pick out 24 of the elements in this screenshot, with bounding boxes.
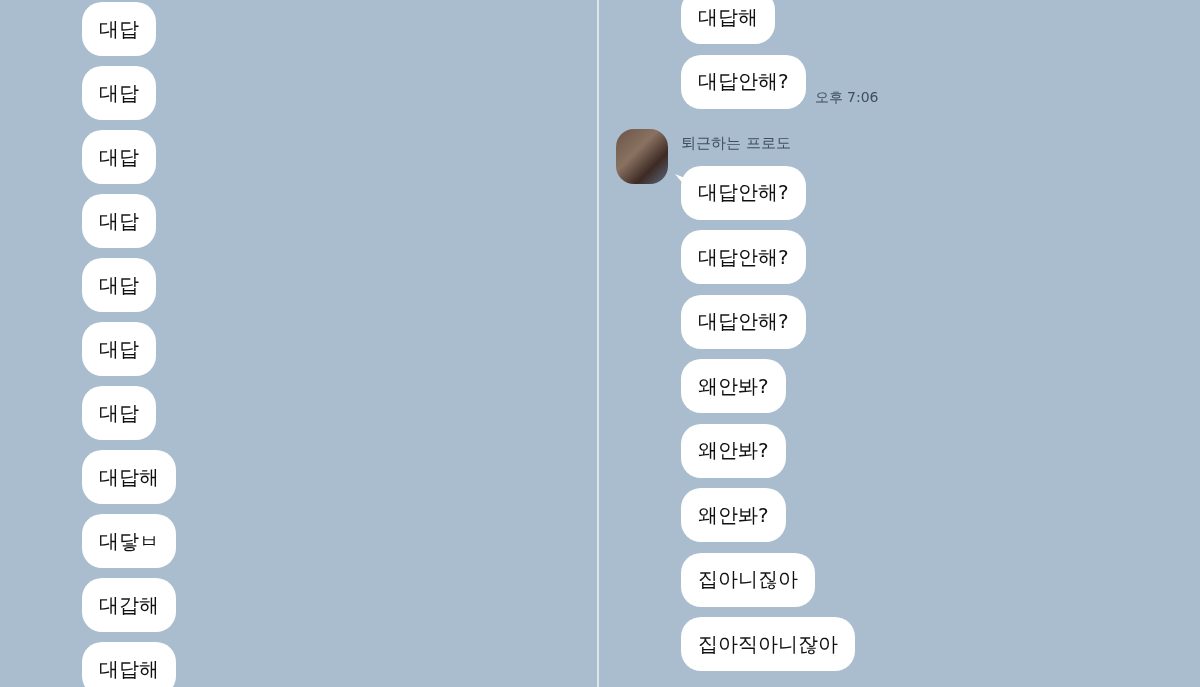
message-bubble: 대답안해? bbox=[681, 54, 806, 109]
message-bubble: 대답 bbox=[82, 194, 156, 248]
message-bubble: 대답 bbox=[82, 386, 156, 440]
message-bubble: 왜안봐? bbox=[681, 423, 786, 478]
message-bubble: 대답안해? bbox=[681, 230, 806, 284]
message-bubble: 왜안봐? bbox=[681, 488, 786, 542]
message-bubble: 왜안봐? bbox=[681, 359, 786, 413]
message-bubble: 집아니짆아 bbox=[681, 552, 815, 607]
message-bubble: 대답해 bbox=[82, 450, 176, 504]
message-bubble: 대답 bbox=[82, 258, 156, 312]
message-bubble: 대답해 bbox=[681, 0, 775, 44]
message-bubble: 대답 bbox=[82, 66, 156, 120]
message-time: 오후 7:06 bbox=[814, 88, 879, 107]
sender-name: 퇴근하는 프로도 bbox=[681, 134, 791, 152]
message-bubble: 대닿ㅂ bbox=[82, 514, 176, 568]
message-bubble: 대답 bbox=[82, 130, 156, 184]
message-bubble: 대답 bbox=[82, 322, 156, 376]
message-bubble: 대갑해 bbox=[82, 578, 176, 632]
message-bubble: 집아직아니잖아 bbox=[681, 617, 855, 671]
avatar-placeholder[interactable] bbox=[616, 129, 668, 184]
message-bubble: 대답안해? bbox=[681, 294, 806, 349]
message-bubble: 대답 bbox=[82, 2, 156, 56]
message-bubble: 대답해 bbox=[82, 642, 176, 687]
message-bubble: 대답안해? bbox=[681, 165, 806, 220]
